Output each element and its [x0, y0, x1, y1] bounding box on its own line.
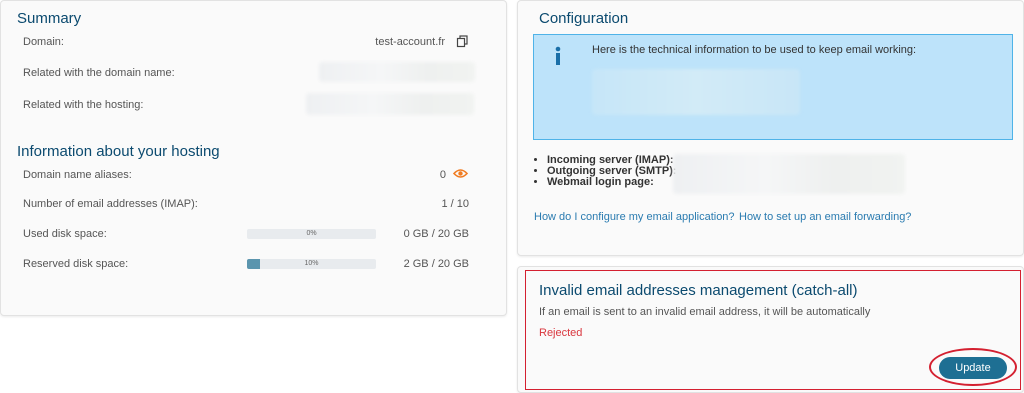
domain-value: test-account.fr [375, 36, 445, 48]
aliases-label: Domain name aliases: [23, 169, 132, 181]
forwarding-link[interactable]: How to set up an email forwarding? [739, 211, 911, 223]
domain-label: Domain: [23, 36, 64, 48]
catchall-description: If an email is sent to an invalid email … [539, 306, 871, 318]
used-disk-label: Used disk space: [23, 228, 107, 240]
summary-card: Summary Domain: test-account.fr Related … [0, 0, 507, 316]
configure-link[interactable]: How do I configure my email application? [534, 211, 735, 223]
update-button[interactable]: Update [939, 357, 1007, 379]
reserved-disk-label: Reserved disk space: [23, 258, 129, 270]
server-values-redacted [673, 154, 905, 194]
copy-icon[interactable] [456, 35, 469, 48]
email-count-value: 1 / 10 [441, 198, 469, 210]
eye-icon[interactable] [452, 167, 469, 180]
related-hosting-redacted [306, 93, 474, 115]
webmail-item: Webmail login page: [547, 177, 677, 188]
hosting-title: Information about your hosting [17, 143, 220, 160]
email-count-label: Number of email addresses (IMAP): [23, 198, 198, 210]
reserved-disk-bar: 10% [247, 259, 376, 269]
aliases-value: 0 [439, 169, 446, 181]
used-disk-bar: 0% [247, 229, 376, 239]
catchall-title: Invalid email addresses management (catc… [539, 282, 858, 299]
catchall-status: Rejected [539, 327, 583, 339]
reserved-disk-value: 2 GB / 20 GB [403, 258, 469, 270]
info-redacted [592, 69, 800, 115]
used-disk-value: 0 GB / 20 GB [403, 228, 469, 240]
info-text: Here is the technical information to be … [592, 44, 917, 56]
reserved-disk-percent: 10% [304, 260, 319, 267]
related-domain-redacted [319, 62, 475, 82]
summary-title: Summary [17, 10, 82, 27]
info-box: Here is the technical information to be … [533, 34, 1013, 140]
configuration-title: Configuration [539, 10, 629, 27]
used-disk-percent: 0% [306, 230, 317, 237]
info-icon [554, 46, 562, 66]
related-hosting-label: Related with the hosting: [23, 99, 144, 111]
related-domain-label: Related with the domain name: [23, 67, 175, 79]
server-list: Incoming server (IMAP): Outgoing server … [534, 155, 677, 188]
